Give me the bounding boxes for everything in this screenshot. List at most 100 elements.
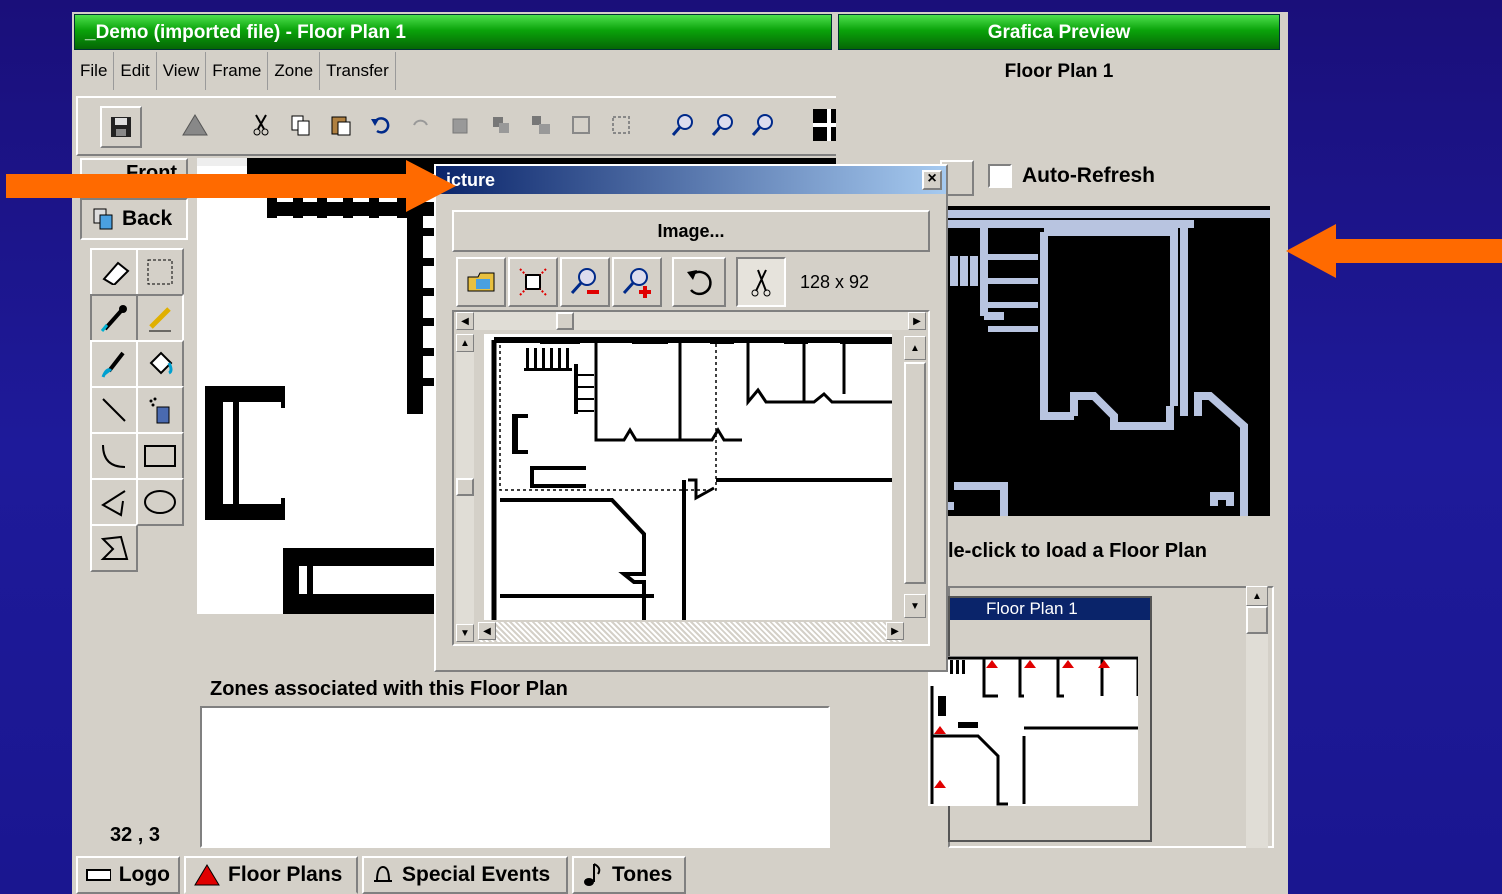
arrange-icon[interactable] [522,106,560,144]
rectangle-icon[interactable] [136,432,184,480]
logo-tab-icon [86,869,111,881]
rotate-icon[interactable] [672,257,726,307]
zoom-icon[interactable] [664,106,702,144]
polyline-icon[interactable] [90,478,138,526]
horizontal-scrollbar-top[interactable]: ◀ ▶ [456,312,926,330]
scroll-up-icon[interactable]: ▲ [456,334,474,352]
tab-logo[interactable]: Logo [76,856,180,894]
tab-tones[interactable]: Tones [572,856,686,894]
picture-image[interactable] [484,334,892,620]
group-icon[interactable] [562,106,600,144]
scroll-up-icon[interactable]: ▲ [904,336,926,360]
preview-display [944,206,1270,516]
zoom-in-picture-icon[interactable] [612,257,662,307]
tab-floor-plans-label: Floor Plans [228,863,343,886]
v-scroll-thumb[interactable] [456,478,474,496]
scroll-right-icon[interactable]: ▶ [886,622,904,640]
scroll-down-icon[interactable]: ▼ [904,594,926,618]
auto-refresh-label: Auto-Refresh [1022,164,1156,187]
auto-refresh-checkbox[interactable] [988,164,1012,188]
tool-palette [90,248,186,578]
preview-title-bar: Grafica Preview [838,14,1280,50]
h-scroll-thumb[interactable] [556,312,574,330]
pencil-icon[interactable] [136,294,184,342]
zoom-out-picture-icon[interactable] [560,257,610,307]
list-scrollbar[interactable]: ▲ [1246,586,1268,848]
copy-icon[interactable] [282,106,320,144]
eyedropper-icon[interactable] [90,294,138,342]
zones-list[interactable] [200,706,830,848]
vertical-scrollbar-left[interactable]: ▲ ▼ [456,334,474,642]
right-arrow-pointer [1286,224,1502,278]
scroll-right-icon[interactable]: ▶ [908,312,926,330]
thumbnail-drawing [928,656,1140,806]
image-size: 128 x 92 [800,271,870,292]
preview-hint: le-click to load a Floor Plan [948,540,1207,562]
v-scroll-thumb-right[interactable] [904,362,926,584]
music-note-icon [584,863,601,886]
spray-icon[interactable] [136,386,184,434]
floor-plan-thumbnail [928,656,1140,806]
scroll-thumb[interactable] [1246,606,1268,634]
scroll-down-icon[interactable]: ▼ [456,624,474,642]
zoom-out-icon[interactable] [704,106,742,144]
picture-toolbar: 128 x 92 [456,257,926,307]
preview-subtitle: Floor Plan 1 [1004,61,1114,82]
menu-frame[interactable]: Frame [206,52,269,90]
tab-floor-plans[interactable]: Floor Plans [184,856,358,894]
brush-icon[interactable] [90,340,138,388]
send-back-icon[interactable] [482,106,520,144]
tab-tones-label: Tones [612,863,673,886]
fit-image-icon[interactable] [508,257,558,307]
select-rect-icon[interactable] [136,248,184,296]
eraser-icon[interactable] [90,248,138,296]
ungroup-icon[interactable] [602,106,640,144]
zones-label: Zones associated with this Floor Plan [206,678,572,701]
menu-transfer[interactable]: Transfer [320,52,396,90]
scroll-left-icon[interactable]: ◀ [478,622,496,640]
menu-edit[interactable]: Edit [114,52,157,90]
zoom-in-icon[interactable] [744,106,782,144]
ellipse-icon[interactable] [136,478,184,526]
picture-dialog-title-bar: icture [436,166,946,194]
open-folder-icon[interactable] [456,257,506,307]
scroll-up-icon[interactable]: ▲ [1246,586,1268,606]
crop-scissors-icon[interactable] [736,257,786,307]
curve-icon[interactable] [90,432,138,480]
left-arrow-pointer [6,160,456,212]
triangle-icon[interactable] [176,106,214,144]
fill-bucket-icon[interactable] [136,340,184,388]
tab-special-events-label: Special Events [402,863,551,886]
polygon-icon[interactable] [90,524,138,572]
cursor-coordinates: 32 , 3 [110,824,161,846]
horizontal-scrollbar-bottom[interactable]: ◀ ▶ [478,622,904,642]
picture-floor-plan [491,337,892,620]
menu-view[interactable]: View [157,52,207,90]
close-icon[interactable]: × [922,170,942,190]
warning-triangle-icon [194,864,220,886]
bring-front-icon[interactable] [442,106,480,144]
menu-bar: File Edit View Frame Zone Transfer [74,52,414,92]
vertical-scrollbar-right[interactable]: ▲ ▼ [904,334,928,620]
menu-zone[interactable]: Zone [268,52,321,90]
paste-icon[interactable] [322,106,360,144]
undo-icon[interactable] [362,106,400,144]
redo-icon[interactable] [402,106,440,144]
tab-special-events[interactable]: Special Events [362,856,568,894]
tab-logo-label: Logo [118,863,170,886]
floor-plan-item-label: Floor Plan 1 [950,598,1150,620]
auto-refresh-toggle[interactable]: Auto-Refresh [988,164,1155,188]
line-icon[interactable] [90,386,138,434]
bell-icon [374,865,392,882]
image-button[interactable]: Image... [452,210,930,252]
preview-floor-plan [944,210,1270,516]
cut-icon[interactable] [242,106,280,144]
menu-file[interactable]: File [74,52,115,90]
scroll-left-icon[interactable]: ◀ [456,312,474,330]
editor-title-bar: _Demo (imported file) - Floor Plan 1 [74,14,832,50]
save-icon[interactable] [100,106,142,148]
